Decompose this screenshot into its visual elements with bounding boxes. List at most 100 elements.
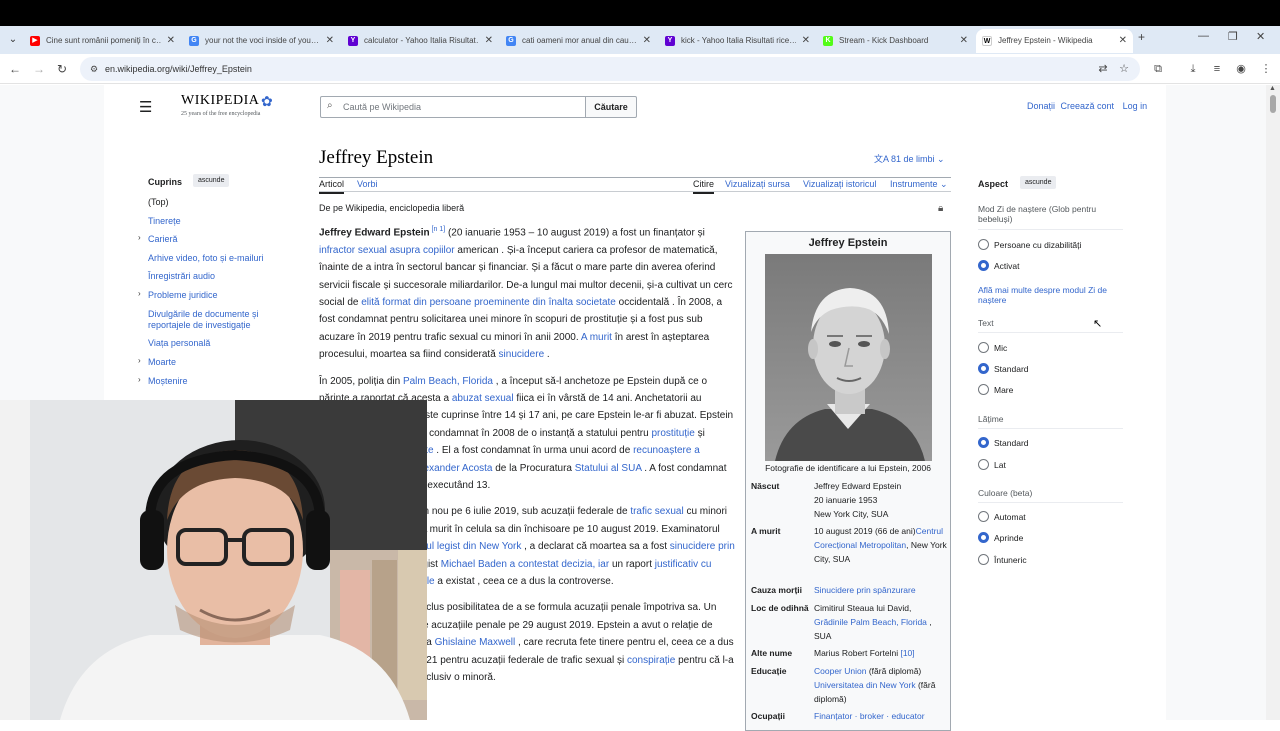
article-link[interactable]: sinucidere bbox=[499, 349, 545, 360]
toc-item[interactable]: Arhive video, foto și e-mailuri bbox=[148, 253, 288, 264]
language-button[interactable]: 文A 81 de limbi ⌄ bbox=[874, 152, 945, 165]
toc-expand-icon[interactable]: › bbox=[138, 356, 141, 365]
toc-item[interactable]: Tinerețe bbox=[148, 216, 288, 227]
tab-label: Stream - Kick Dashboard bbox=[839, 36, 929, 45]
create-account-link[interactable]: Creează cont bbox=[1061, 101, 1115, 111]
site-sub: De pe Wikipedia, enciclopedia liberă bbox=[319, 203, 465, 213]
wikipedia-logo[interactable]: WIKIPEDIA 25 years of the free encyclope… bbox=[181, 93, 273, 117]
forward-icon[interactable]: → bbox=[30, 60, 48, 78]
main-menu-icon[interactable]: ☰ bbox=[139, 98, 152, 116]
lock-icon[interactable]: 🔒︎ bbox=[938, 203, 950, 216]
article-link[interactable]: abuzat sexual bbox=[452, 393, 514, 404]
article-link[interactable]: elită format din persoane proeminente di… bbox=[361, 297, 616, 308]
toc-hide-button[interactable]: ascunde bbox=[193, 174, 230, 187]
article-text: În 2005, poliția din bbox=[319, 375, 403, 387]
page-scrollbar[interactable]: ▲ bbox=[1266, 85, 1280, 720]
infobox-text: Marius Robert Fortelni bbox=[814, 648, 899, 658]
tab-tools[interactable]: Instrumente ⌄ bbox=[890, 179, 948, 190]
radio-button[interactable] bbox=[978, 260, 989, 271]
toc-item[interactable]: Viața personală bbox=[148, 338, 288, 349]
radio-button[interactable] bbox=[978, 384, 989, 395]
tab-close-icon[interactable]: ✕ bbox=[485, 29, 493, 53]
infobox-link[interactable]: Sinucidere prin spânzurare bbox=[814, 585, 916, 595]
downloads-icon[interactable]: ⤓ bbox=[1186, 62, 1200, 76]
article-link[interactable]: trafic sexual bbox=[630, 506, 683, 517]
browser-tab[interactable]: Ykick - Yahoo Italia Risultati rice… ✕ bbox=[659, 29, 816, 53]
maximize-icon[interactable]: ❐ bbox=[1228, 30, 1238, 43]
language-count: 81 de limbi bbox=[891, 154, 935, 164]
toc-item[interactable]: Divulgările de documente și reportajele … bbox=[148, 309, 288, 331]
tab-close-icon[interactable]: ✕ bbox=[960, 29, 968, 53]
radio-button[interactable] bbox=[978, 459, 989, 470]
translate-icon[interactable]: ⇄ bbox=[1096, 62, 1110, 76]
tab-close-icon[interactable]: ✕ bbox=[1119, 29, 1127, 53]
new-tab-button[interactable]: + bbox=[1138, 30, 1145, 44]
donate-link[interactable]: Donații bbox=[1027, 101, 1055, 111]
toc-expand-icon[interactable]: › bbox=[138, 375, 141, 384]
browser-tab[interactable]: Gyour not the voci inside of you… ✕ bbox=[183, 29, 340, 53]
article-link[interactable]: Statului al SUA bbox=[575, 463, 642, 474]
browser-tab[interactable]: Gcati oameni mor anual din cau… ✕ bbox=[500, 29, 657, 53]
radio-button[interactable] bbox=[978, 239, 989, 250]
tab-talk[interactable]: Vorbi bbox=[357, 179, 378, 189]
article-link[interactable]: infractor sexual asupra copiilor bbox=[319, 245, 455, 256]
toc-item[interactable]: Moștenire bbox=[148, 376, 288, 387]
infobox-link[interactable]: Grădinile Palm Beach, Florida bbox=[814, 617, 927, 627]
article-link[interactable]: Ghislaine Maxwell bbox=[435, 637, 516, 648]
scrollbar-thumb[interactable] bbox=[1270, 95, 1276, 113]
radio-button[interactable] bbox=[978, 511, 989, 522]
tab-view-source[interactable]: Vizualizați sursa bbox=[725, 179, 790, 189]
browser-tab[interactable]: W Jeffrey Epstein - Wikipedia ✕ bbox=[976, 29, 1133, 53]
tab-close-icon[interactable]: ✕ bbox=[326, 29, 334, 53]
toc-item[interactable]: (Top) bbox=[148, 197, 288, 208]
url-text[interactable]: en.wikipedia.org/wiki/Jeffrey_Epstein bbox=[105, 57, 252, 81]
toc-item[interactable]: Înregistrări audio bbox=[148, 271, 288, 282]
browser-tab[interactable]: Ycalculator - Yahoo Italia Risultat… ✕ bbox=[342, 29, 499, 53]
browser-tab[interactable]: K Stream - Kick Dashboard ✕ bbox=[817, 29, 974, 53]
tab-search-button[interactable]: ⌄ bbox=[4, 32, 22, 48]
tab-close-icon[interactable]: ✕ bbox=[802, 29, 810, 53]
scroll-up-icon[interactable]: ▲ bbox=[1269, 85, 1276, 92]
reload-icon[interactable]: ↻ bbox=[53, 60, 71, 78]
bookmark-star-icon[interactable]: ☆ bbox=[1117, 62, 1131, 76]
article-link[interactable]: prostituție bbox=[651, 428, 694, 439]
tab-view-history[interactable]: Vizualizați istoricul bbox=[803, 179, 876, 189]
address-bar[interactable]: ⚙ en.wikipedia.org/wiki/Jeffrey_Epstein … bbox=[80, 57, 1140, 81]
footnote-ref[interactable]: [n 1] bbox=[430, 226, 446, 233]
toc-item[interactable]: Carieră bbox=[148, 234, 288, 245]
appearance-hide-button[interactable]: ascunde bbox=[1020, 176, 1057, 189]
search-input[interactable]: ⌕ Caută pe Wikipedia bbox=[320, 96, 586, 118]
back-icon[interactable]: ← bbox=[6, 60, 24, 78]
wikipedia-wordmark: WIKIPEDIA bbox=[181, 93, 260, 108]
radio-button[interactable] bbox=[978, 342, 989, 353]
browser-tab[interactable]: ▶ Cine sunt românii pomeniți în c… ✕ bbox=[24, 29, 181, 53]
article-link[interactable]: Michael Baden a contestat decizia, iar bbox=[441, 559, 609, 570]
radio-button[interactable] bbox=[978, 532, 989, 543]
profile-icon[interactable]: ◉ bbox=[1234, 62, 1248, 76]
media-icon[interactable]: ≡ bbox=[1210, 62, 1224, 76]
infobox-link[interactable]: Cooper Union bbox=[814, 666, 866, 676]
toc-item[interactable]: Moarte bbox=[148, 357, 288, 368]
extensions-icon[interactable]: ⧉ bbox=[1151, 62, 1165, 76]
close-window-icon[interactable]: ✕ bbox=[1256, 30, 1265, 43]
birthday-mode-link[interactable]: Află mai multe despre modul Zi de nașter… bbox=[978, 285, 1128, 305]
minimize-icon[interactable]: — bbox=[1198, 30, 1209, 42]
tab-close-icon[interactable]: ✕ bbox=[167, 29, 175, 53]
toc-expand-icon[interactable]: › bbox=[138, 233, 141, 242]
article-link[interactable]: Palm Beach, Florida bbox=[403, 376, 493, 387]
tab-close-icon[interactable]: ✕ bbox=[643, 29, 651, 53]
radio-button[interactable] bbox=[978, 437, 989, 448]
menu-icon[interactable]: ⋮ bbox=[1259, 62, 1273, 76]
radio-button[interactable] bbox=[978, 363, 989, 374]
infobox-link[interactable]: [10] bbox=[898, 648, 914, 658]
infobox-link[interactable]: Universitatea din New York bbox=[814, 680, 916, 690]
search-button[interactable]: Căutare bbox=[585, 96, 637, 118]
toc-expand-icon[interactable]: › bbox=[138, 289, 141, 298]
site-info-icon[interactable]: ⚙ bbox=[88, 63, 100, 75]
article-link[interactable]: conspirație bbox=[627, 655, 675, 666]
article-link[interactable]: A murit bbox=[581, 332, 612, 343]
portrait-photo[interactable] bbox=[765, 254, 932, 461]
radio-button[interactable] bbox=[978, 554, 989, 565]
login-link[interactable]: Log in bbox=[1123, 101, 1148, 111]
toc-item[interactable]: Probleme juridice bbox=[148, 290, 288, 301]
